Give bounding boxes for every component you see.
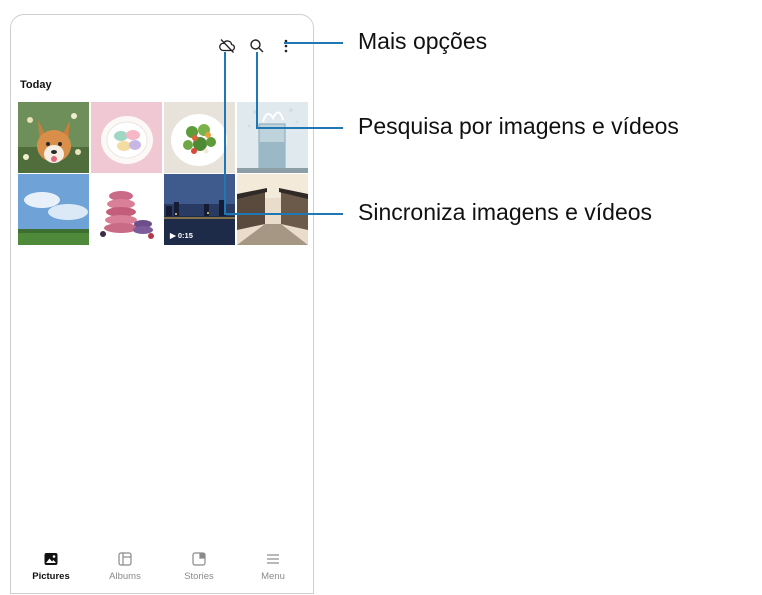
pictures-icon bbox=[43, 551, 59, 567]
stories-icon bbox=[191, 551, 207, 567]
callout-sync: Sincroniza imagens e vídeos bbox=[358, 199, 653, 225]
video-thumbnail-night-city[interactable]: ▶ 0:15 bbox=[164, 174, 235, 245]
albums-icon bbox=[117, 551, 133, 567]
gallery-app-screen: Today ▶ 0:15 Pictures Albums Stories Men… bbox=[10, 14, 314, 594]
video-duration-label: ▶ 0:15 bbox=[170, 231, 193, 240]
search-icon[interactable] bbox=[248, 37, 266, 55]
nav-label-menu: Menu bbox=[261, 571, 285, 582]
photo-thumbnail-salad[interactable] bbox=[164, 102, 235, 173]
bottom-navigation-bar: Pictures Albums Stories Menu bbox=[11, 533, 313, 593]
photo-thumbnail-sky-field[interactable] bbox=[18, 174, 89, 245]
nav-label-pictures: Pictures bbox=[32, 571, 70, 582]
nav-item-albums[interactable]: Albums bbox=[93, 551, 157, 582]
nav-label-albums: Albums bbox=[109, 571, 141, 582]
nav-item-pictures[interactable]: Pictures bbox=[19, 551, 83, 582]
photo-thumbnail-water-glass[interactable] bbox=[237, 102, 308, 173]
photo-thumbnail-corgi[interactable] bbox=[18, 102, 89, 173]
menu-icon bbox=[265, 551, 281, 567]
nav-label-stories: Stories bbox=[184, 571, 214, 582]
section-title-today: Today bbox=[20, 79, 52, 91]
photo-grid: ▶ 0:15 bbox=[18, 102, 308, 245]
nav-item-stories[interactable]: Stories bbox=[167, 551, 231, 582]
photo-thumbnail-street[interactable] bbox=[237, 174, 308, 245]
callout-search: Pesquisa por imagens e vídeos bbox=[358, 113, 679, 139]
photo-thumbnail-macaron-tower[interactable] bbox=[91, 174, 162, 245]
callout-more-options: Mais opções bbox=[358, 28, 488, 54]
more-vertical-icon[interactable] bbox=[277, 37, 295, 55]
top-action-bar bbox=[11, 15, 313, 77]
photo-thumbnail-macarons[interactable] bbox=[91, 102, 162, 173]
nav-item-menu[interactable]: Menu bbox=[241, 551, 305, 582]
cloud-off-icon[interactable] bbox=[218, 37, 236, 55]
